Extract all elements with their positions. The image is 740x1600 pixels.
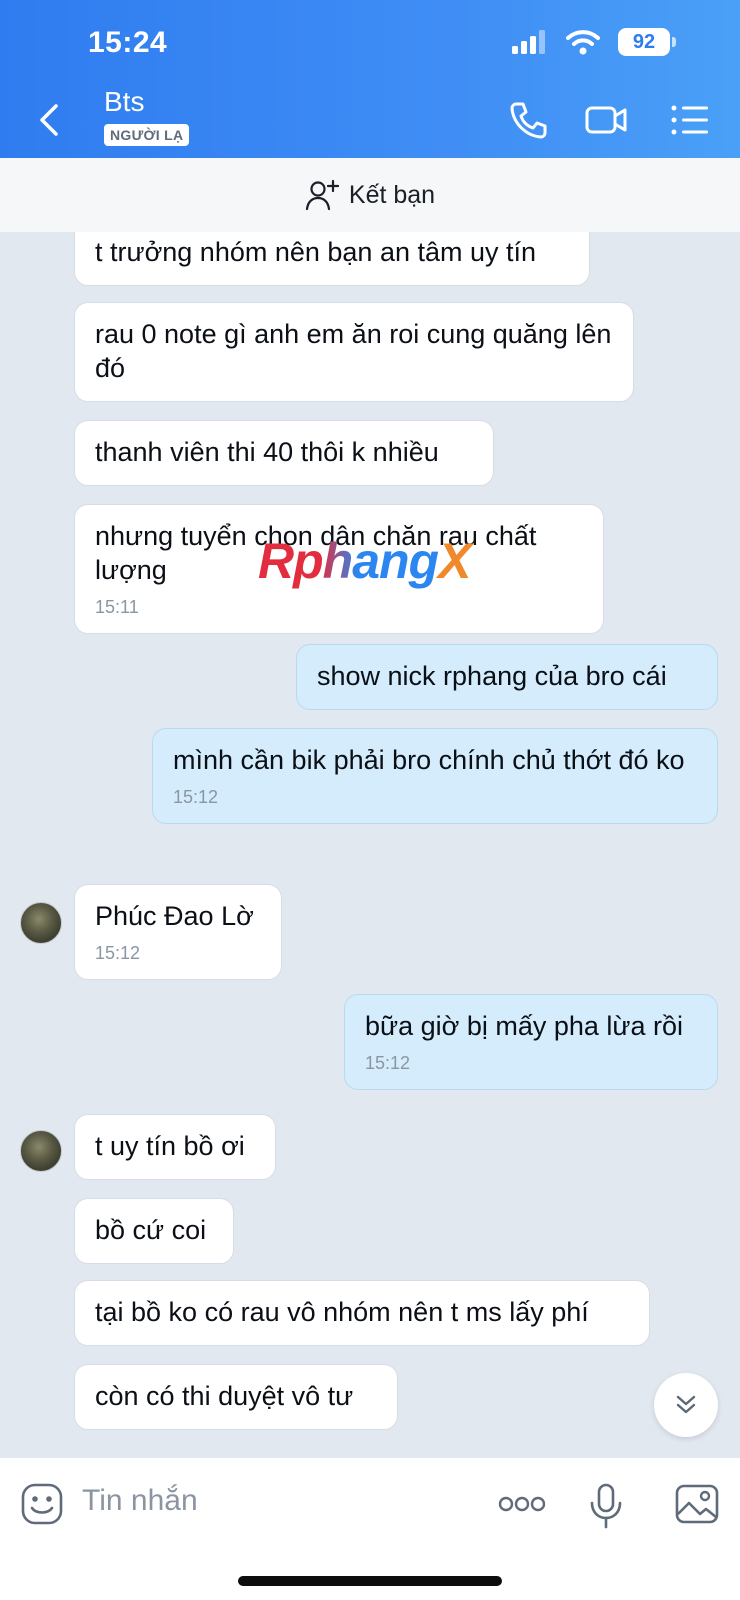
home-indicator xyxy=(238,1576,502,1586)
menu-list-icon[interactable] xyxy=(668,98,712,142)
phone-icon[interactable] xyxy=(506,98,550,142)
message-time: 15:12 xyxy=(95,943,141,963)
chat-title[interactable]: Bts xyxy=(104,86,144,118)
message-text: t trưởng nhóm nên bạn an tâm uy tín xyxy=(95,237,537,267)
message-text: mình cần bik phải bro chính chủ thớt đó … xyxy=(173,745,685,775)
message-text: t uy tín bồ ơi xyxy=(95,1131,245,1161)
message-text: rau 0 note gì anh em ăn roi cung quăng l… xyxy=(95,319,612,383)
add-friend-button[interactable]: Kết bạn xyxy=(0,158,740,232)
message-text: nhưng tuyển chọn dân chăn rau chất lượng xyxy=(95,521,537,585)
status-icons: 92 xyxy=(512,28,676,56)
back-icon[interactable] xyxy=(34,100,64,140)
more-icon[interactable] xyxy=(498,1492,546,1516)
message-incoming[interactable]: bồ cứ coi xyxy=(74,1198,234,1264)
add-friend-icon xyxy=(305,179,339,211)
message-text: Phúc Đao Lờ xyxy=(95,901,254,931)
message-text: còn có thi duyệt vô tư xyxy=(95,1381,354,1411)
message-text: show nick rphang của bro cái xyxy=(317,661,667,691)
message-time: 15:12 xyxy=(365,1053,411,1073)
message-text: tại bồ ko có rau vô nhóm nên t ms lấy ph… xyxy=(95,1297,589,1327)
message-incoming[interactable]: Phúc Đao Lờ 15:12 xyxy=(74,884,282,980)
battery-indicator: 92 xyxy=(618,28,676,56)
message-list[interactable]: t trưởng nhóm nên bạn an tâm uy tín rau … xyxy=(0,232,740,1458)
message-text: bữa giờ bị mấy pha lừa rồi xyxy=(365,1011,684,1041)
avatar[interactable] xyxy=(20,1130,62,1172)
sticker-icon[interactable] xyxy=(20,1482,64,1526)
video-call-icon[interactable] xyxy=(584,98,628,142)
message-incoming[interactable]: thanh viên thi 40 thôi k nhiều xyxy=(74,420,494,486)
message-incoming[interactable]: tại bồ ko có rau vô nhóm nên t ms lấy ph… xyxy=(74,1280,650,1346)
avatar[interactable] xyxy=(20,902,62,944)
message-incoming[interactable]: còn có thi duyệt vô tư xyxy=(74,1364,398,1430)
image-icon[interactable] xyxy=(674,1482,720,1526)
message-outgoing[interactable]: bữa giờ bị mấy pha lừa rồi 15:12 xyxy=(344,994,718,1090)
message-incoming[interactable]: nhưng tuyển chọn dân chăn rau chất lượng… xyxy=(74,504,604,634)
microphone-icon[interactable] xyxy=(588,1482,624,1530)
message-composer: Tin nhắn xyxy=(0,1458,740,1600)
scroll-to-bottom-button[interactable] xyxy=(654,1373,718,1437)
chat-header: 15:24 92 Bts NGƯỜI LẠ xyxy=(0,0,740,158)
message-outgoing[interactable]: show nick rphang của bro cái xyxy=(296,644,718,710)
status-time: 15:24 xyxy=(88,26,168,59)
wifi-icon xyxy=(566,30,600,55)
add-friend-label: Kết bạn xyxy=(348,180,436,209)
message-time: 15:11 xyxy=(95,597,139,617)
message-text: bồ cứ coi xyxy=(95,1215,207,1245)
message-text: thanh viên thi 40 thôi k nhiều xyxy=(95,437,439,467)
stranger-badge: NGƯỜI LẠ xyxy=(104,124,190,146)
message-input[interactable]: Tin nhắn xyxy=(82,1484,198,1518)
message-incoming[interactable]: t uy tín bồ ơi xyxy=(74,1114,276,1180)
double-chevron-down-icon xyxy=(676,1395,696,1414)
message-time: 15:12 xyxy=(173,787,219,807)
message-incoming[interactable]: rau 0 note gì anh em ăn roi cung quăng l… xyxy=(74,302,634,402)
message-outgoing[interactable]: mình cần bik phải bro chính chủ thớt đó … xyxy=(152,728,718,824)
message-incoming[interactable]: t trưởng nhóm nên bạn an tâm uy tín xyxy=(74,232,590,286)
signal-icon xyxy=(512,30,545,54)
